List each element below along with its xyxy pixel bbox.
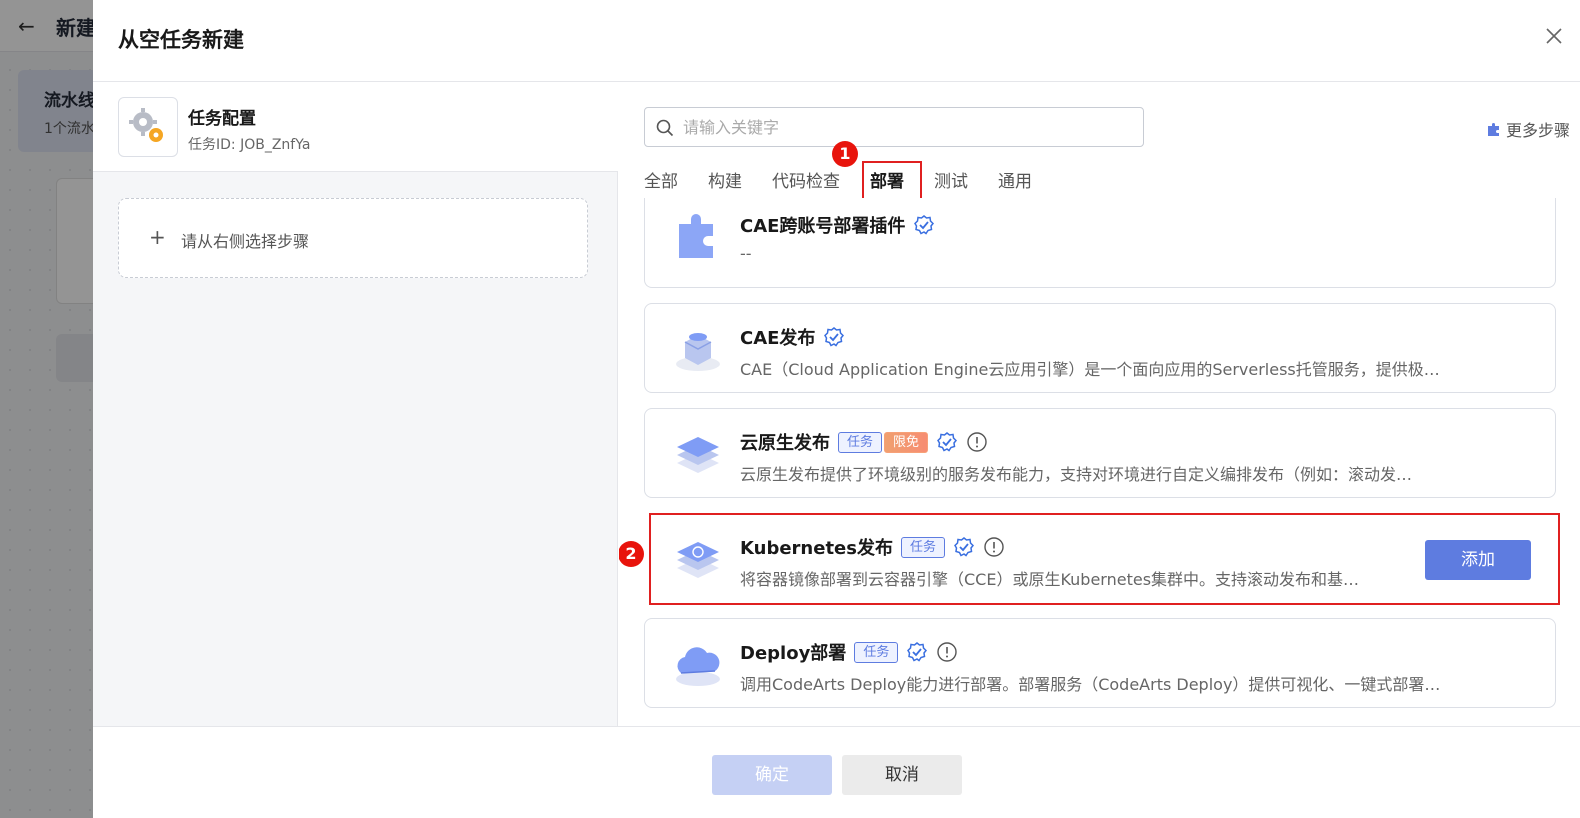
plugin-description: --	[740, 244, 752, 263]
new-task-drawer: 从空任务新建 任务配置 任务ID: JOB_ZnfYa + 请从右侧选择步骤 请…	[93, 0, 1580, 818]
task-id: 任务ID: JOB_ZnfYa	[188, 137, 311, 153]
plugin-card-cloud-native-publish[interactable]: 云原生发布 任务 限免 云原生发布提供了环境级别的服务发布能力，支持对环境进行自…	[644, 408, 1556, 498]
card-highlight-box	[649, 513, 1560, 605]
task-config-header[interactable]: 任务配置 任务ID: JOB_ZnfYa	[93, 82, 618, 172]
plus-icon: +	[149, 225, 166, 249]
plugin-title: 云原生发布	[740, 433, 830, 454]
cancel-button[interactable]: 取消	[842, 755, 962, 795]
plugin-title-row: 云原生发布 任务 限免	[740, 429, 988, 455]
plugin-description: 调用CodeArts Deploy能力进行部署。部署服务（CodeArts De…	[740, 675, 1441, 694]
more-steps-label: 更多步骤	[1505, 121, 1570, 140]
plugin-title-row: CAE跨账号部署插件	[740, 212, 935, 238]
verified-icon	[907, 642, 928, 662]
verified-icon	[937, 432, 958, 452]
puzzle-piece-icon	[679, 214, 713, 258]
search-icon	[656, 119, 674, 137]
free-tag: 限免	[884, 431, 929, 453]
plugin-title-row: CAE发布	[740, 324, 845, 350]
task-config-panel: 任务配置 任务ID: JOB_ZnfYa + 请从右侧选择步骤	[93, 82, 618, 726]
step-library-panel: 更多步骤 全部 构建 代码检查 部署 测试 通用 1 CAE跨账号部署插件	[619, 82, 1580, 726]
verified-icon	[914, 215, 935, 235]
confirm-button[interactable]: 确定	[712, 755, 832, 795]
plugin-card-cae-cross-account[interactable]: CAE跨账号部署插件 --	[644, 198, 1556, 288]
add-step-label: 请从右侧选择步骤	[181, 232, 310, 251]
task-tag: 任务	[838, 431, 883, 453]
verified-icon	[824, 327, 845, 347]
task-tag: 任务	[854, 641, 899, 663]
drawer-title: 从空任务新建	[118, 28, 244, 52]
plugin-title: CAE发布	[740, 328, 816, 349]
plugin-title-row: Deploy部署 任务	[740, 639, 958, 665]
add-step-placeholder[interactable]: + 请从右侧选择步骤	[118, 198, 588, 278]
plugin-card-deploy[interactable]: Deploy部署 任务 调用CodeArts Deploy能力进行部署。部署服务…	[644, 618, 1556, 708]
close-icon[interactable]	[1542, 26, 1566, 50]
drawer-header: 从空任务新建	[93, 0, 1580, 82]
search-input[interactable]	[683, 108, 1133, 146]
plugin-title: Deploy部署	[740, 643, 847, 664]
info-icon[interactable]	[966, 431, 988, 453]
cube-stack-icon	[676, 333, 720, 371]
task-config-title: 任务配置	[188, 109, 256, 129]
puzzle-icon	[1487, 123, 1499, 136]
cloud-icon	[676, 647, 720, 686]
info-icon[interactable]	[936, 641, 958, 663]
search-box	[644, 107, 1144, 147]
plugin-description: 云原生发布提供了环境级别的服务发布能力，支持对环境进行自定义编排发布（例如：滚动…	[740, 465, 1413, 484]
layers-icon	[677, 437, 719, 473]
tab-highlight-box	[862, 161, 922, 203]
plugin-card-cae-publish[interactable]: CAE发布 CAE（Cloud Application Engine云应用引擎）…	[644, 303, 1556, 393]
drawer-footer: 确定 取消	[93, 726, 1580, 818]
plugin-description: CAE（Cloud Application Engine云应用引擎）是一个面向应…	[740, 360, 1440, 379]
plugin-title: CAE跨账号部署插件	[740, 216, 906, 237]
gear-icon	[118, 97, 178, 157]
more-steps-link[interactable]: 更多步骤	[1486, 117, 1570, 141]
step-marker-2: 2	[619, 541, 644, 567]
step-marker-1: 1	[832, 141, 858, 167]
